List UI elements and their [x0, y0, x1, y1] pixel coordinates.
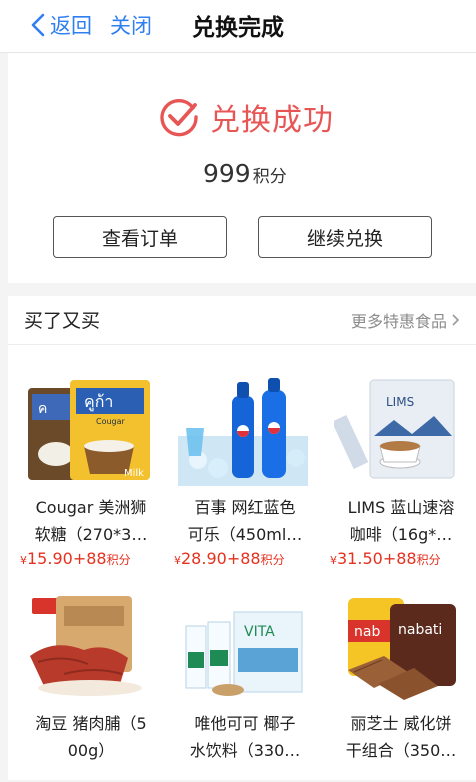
product-card[interactable]: VITA 唯他可可 椰子 水饮料（330…	[166, 562, 316, 782]
points-unit: 积分	[252, 167, 287, 187]
svg-text:LIMS: LIMS	[386, 395, 414, 409]
success-message: 兑换成功	[210, 103, 334, 138]
more-deals-link[interactable]: 更多特惠食品	[351, 308, 460, 332]
recommend-header: 买了又买 更多特惠食品	[8, 296, 476, 345]
product-image-candy: ค คูก้า Cougar Milk	[28, 380, 150, 480]
product-card[interactable]: nab nabati 丽芝士 威化饼 干组合（350…	[322, 562, 472, 782]
nav-bar: 返回 关闭 兑换完成	[0, 0, 476, 53]
product-card[interactable]: ค คูก้า Cougar Milk Cougar 美洲狮 软糖（270*3……	[12, 346, 162, 568]
close-button[interactable]: 关闭	[110, 10, 152, 40]
svg-text:Cougar: Cougar	[96, 417, 126, 426]
product-name: 唯他可可 椰子 水饮料（330…	[189, 714, 301, 760]
check-circle-icon	[160, 98, 198, 137]
product-image-coconut-water: VITA	[185, 611, 303, 696]
view-order-button[interactable]: 查看订单	[53, 216, 227, 258]
product-name: LIMS 蓝山速溶 咖啡（16g*…	[347, 498, 455, 544]
recommend-section: 买了又买 更多特惠食品 ค คูก้า Cougar Milk Cougar 美…	[8, 296, 476, 780]
product-name: 百事 网红蓝色 可乐（450ml…	[187, 498, 303, 544]
product-name: Cougar 美洲狮 软糖（270*3…	[34, 498, 148, 544]
page-title: 兑换完成	[192, 15, 284, 41]
points-display: 999 积分	[203, 159, 287, 193]
points-value: 999	[203, 159, 251, 188]
svg-text:Milk: Milk	[124, 468, 144, 479]
svg-text:VITA: VITA	[244, 624, 275, 640]
more-deals-label: 更多特惠食品	[350, 312, 447, 331]
back-label: 返回	[50, 14, 92, 38]
product-name: 淘豆 猪肉脯（5 00g）	[35, 714, 147, 760]
success-status: 兑换成功	[158, 95, 334, 139]
svg-text:ค: ค	[38, 401, 47, 417]
product-name: 丽芝士 威化饼 干组合（350…	[345, 714, 457, 760]
back-button[interactable]: 返回	[30, 10, 92, 40]
product-image-jerky	[30, 596, 142, 696]
product-card[interactable]: LIMS LIMS 蓝山速溶 咖啡（16g*… ¥31.50+88积分	[322, 346, 472, 568]
product-image-cola	[178, 378, 308, 486]
product-card[interactable]: 百事 网红蓝色 可乐（450ml… ¥28.90+88积分	[166, 346, 316, 568]
product-card[interactable]: 淘豆 猪肉脯（5 00g）	[12, 562, 162, 782]
svg-text:nabati: nabati	[398, 622, 442, 638]
chevron-left-icon	[31, 13, 45, 37]
continue-exchange-button[interactable]: 继续兑换	[258, 216, 432, 258]
svg-text:nab: nab	[354, 624, 380, 640]
success-panel: 兑换成功 999 积分 查看订单 继续兑换	[8, 53, 476, 283]
recommend-title: 买了又买	[24, 310, 101, 332]
svg-text:คูก้า: คูก้า	[84, 392, 113, 412]
product-image-wafer: nab nabati	[348, 598, 456, 700]
chevron-right-icon	[452, 314, 460, 326]
product-image-coffee: LIMS	[334, 379, 455, 479]
